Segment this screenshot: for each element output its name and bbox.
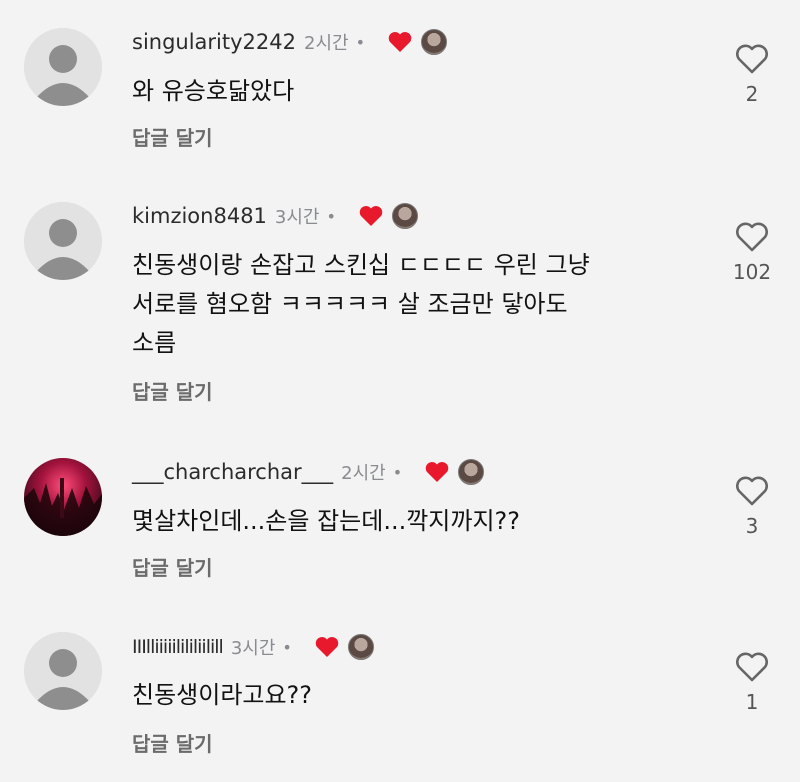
like-count: 102 [732,260,772,284]
separator-dot: • [355,32,366,52]
creator-liked-badge [314,634,374,660]
like-button[interactable]: 3 [720,476,784,538]
reply-button[interactable]: 답글 달기 [132,728,213,757]
avatar[interactable] [24,28,102,106]
like-button[interactable]: 1 [720,652,784,714]
comment-text: 와 유승호닮았다 [132,77,295,105]
heart-outline-icon [736,44,768,74]
creator-avatar [421,29,448,55]
username[interactable]: IIIlliiiiilililiilill [132,636,224,658]
username[interactable]: kimzion8481 [132,204,267,228]
reply-button[interactable]: 답글 달기 [132,376,213,405]
comment-text: 몇살차인데...손을 잡는데...깍지까지?? [132,507,520,535]
filled-heart-icon [315,637,339,657]
creator-avatar [458,459,485,485]
filled-heart-icon [425,462,449,482]
filled-heart-icon [359,206,383,226]
separator-dot: • [326,206,336,226]
comment-time: 2시간 [341,463,386,484]
separator-dot: • [282,637,292,657]
avatar[interactable] [24,202,102,280]
heart-outline-icon [736,476,768,506]
username[interactable]: ___charcharchar___ [132,460,333,484]
reply-button[interactable]: 답글 달기 [132,122,213,151]
avatar[interactable] [24,458,102,536]
creator-liked-badge [358,203,418,229]
comment-time: 3시간 [274,207,320,228]
separator-dot: • [392,462,403,482]
default-avatar-icon [24,632,102,710]
reply-button[interactable]: 답글 달기 [132,552,213,581]
like-button[interactable]: 102 [720,222,784,284]
default-avatar-icon [24,202,102,280]
avatar[interactable] [24,632,102,710]
creator-avatar [391,203,418,229]
like-count: 1 [745,690,759,714]
comment-header: ___charcharchar___ 2시간 • [132,457,485,487]
default-avatar-icon [24,28,102,106]
filled-heart-icon [388,32,412,52]
comment-header: IIIlliiiiilililiilill 3시간 • [132,632,374,662]
creator-liked-badge [424,459,485,485]
heart-outline-icon [736,222,768,252]
like-count: 3 [745,514,759,538]
comment-time: 2시간 [304,33,349,54]
username[interactable]: singularity2242 [132,30,296,54]
heart-outline-icon [736,652,768,682]
like-count: 2 [745,82,759,106]
comment-text: 친동생이랑 손잡고 스킨십 ㄷㄷㄷㄷ 우린 그냥 서로를 혐오함 ㅋㅋㅋㅋㅋ 살… [132,251,590,357]
creator-liked-badge [387,29,448,55]
creator-avatar [347,634,374,660]
comment-header: singularity2242 2시간 • [132,27,448,57]
like-button[interactable]: 2 [720,44,784,106]
comment-header: kimzion8481 3시간 • [132,201,418,231]
comment-time: 3시간 [230,638,276,659]
photo-avatar-icon [24,458,102,536]
comment-text: 친동생이라고요?? [132,681,313,709]
